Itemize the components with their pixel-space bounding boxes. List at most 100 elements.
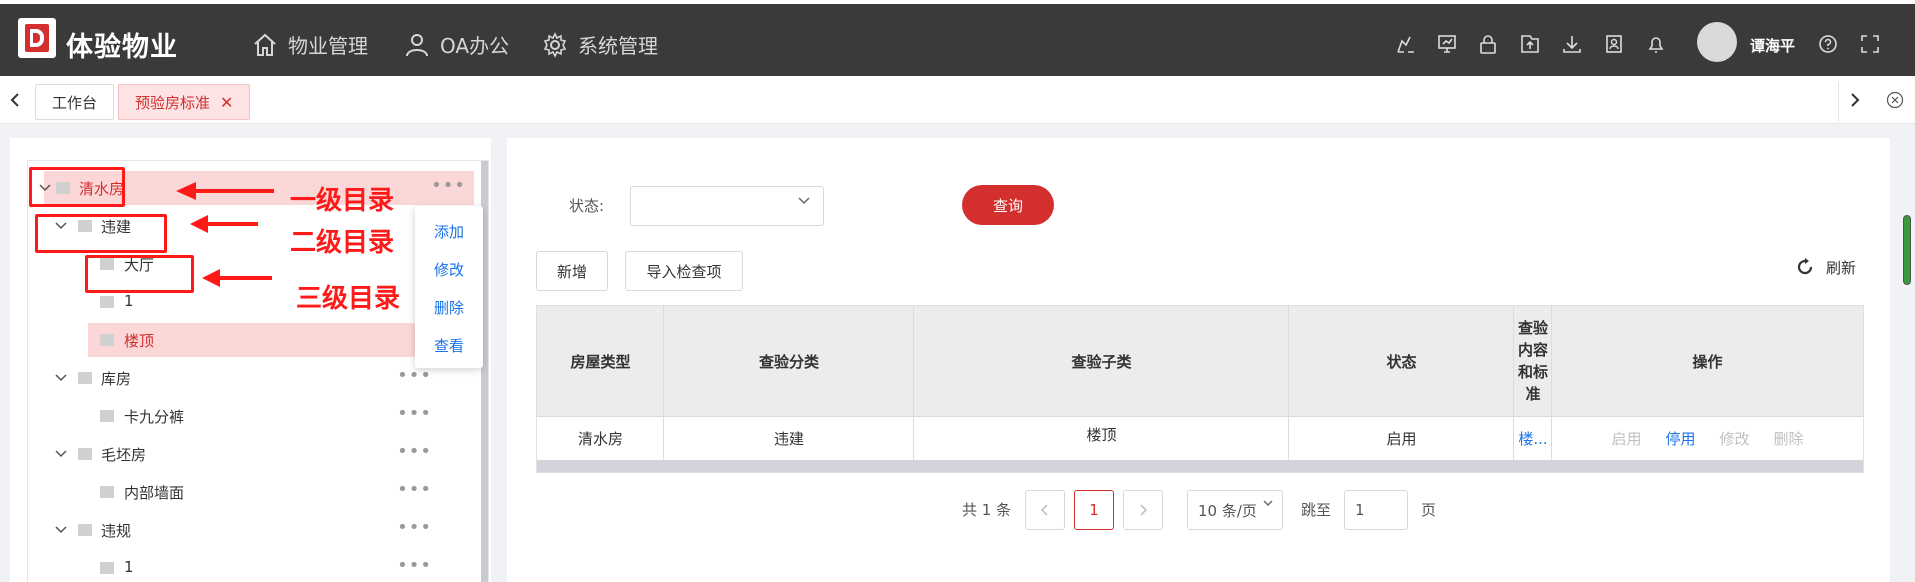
page-number[interactable]: 1 [1074, 490, 1114, 530]
nav-label: 系统管理 [578, 34, 658, 58]
folder-icon [78, 524, 92, 536]
worker-icon[interactable] [1394, 33, 1416, 55]
nav-property-management[interactable]: 物业管理 [252, 30, 368, 59]
edit-button[interactable]: 修改 [1720, 428, 1750, 449]
more-icon[interactable]: ••• [397, 555, 432, 576]
tree-node[interactable]: 违规 ••• [28, 513, 458, 547]
annotation-level2-label: 二级目录 [290, 228, 395, 258]
more-icon[interactable]: ••• [397, 365, 432, 386]
page-scrollbar[interactable] [1903, 215, 1911, 285]
status-select[interactable] [630, 186, 824, 226]
annotation-box-level1 [29, 167, 125, 207]
help-icon[interactable] [1817, 33, 1839, 55]
jump-page-input[interactable]: 1 [1344, 490, 1408, 530]
monitor-icon[interactable] [1436, 33, 1458, 55]
tree-node-label: 卡九分裤 [124, 408, 185, 426]
avatar[interactable] [1697, 22, 1737, 62]
folder-icon [100, 410, 114, 422]
disable-button[interactable]: 停用 [1665, 428, 1695, 449]
delete-button[interactable]: 删除 [1774, 428, 1804, 449]
nav-label: 物业管理 [288, 34, 368, 58]
close-icon[interactable]: ✕ [220, 93, 233, 112]
folder-icon [100, 486, 114, 498]
chevron-down-icon[interactable] [54, 523, 68, 537]
prev-page-button[interactable] [1025, 490, 1065, 530]
download-icon[interactable] [1561, 33, 1583, 55]
chevron-left-icon [1040, 504, 1048, 516]
page-suffix: 页 [1421, 501, 1437, 519]
home-icon [254, 33, 276, 56]
close-all-tabs-icon[interactable] [1880, 76, 1910, 124]
more-icon[interactable]: ••• [397, 403, 432, 424]
tab-label: 预验房标准 [135, 93, 211, 112]
content-link[interactable]: 楼... [1514, 416, 1552, 460]
tree-node-label: 违规 [101, 522, 132, 540]
upload-icon[interactable] [1519, 33, 1541, 55]
total-count: 共 1 条 [962, 501, 1012, 519]
nav-system-management[interactable]: 系统管理 [542, 30, 658, 59]
tree-context-menu: 添加 修改 删除 查看 [415, 206, 483, 368]
table-horizontal-scrollbar[interactable] [537, 460, 1863, 472]
app-title: 体验物业 [66, 32, 178, 63]
lock-icon[interactable] [1477, 33, 1499, 55]
tab-workbench[interactable]: 工作台 [35, 84, 115, 120]
annotation-box-level3 [85, 255, 194, 293]
app-logo [18, 18, 56, 58]
enable-button[interactable]: 启用 [1611, 428, 1641, 449]
fullscreen-icon[interactable] [1859, 33, 1881, 55]
tab-scroll-left-icon[interactable] [0, 76, 30, 124]
annotation-arrow-icon [176, 182, 274, 200]
bell-icon[interactable] [1645, 33, 1667, 55]
table-cell: 清水房 [577, 429, 623, 448]
main-content: 状态: 查询 新增 导入检查项 刷新 房屋类型 查验分类 查验子类 状态 查验内… [507, 138, 1890, 582]
tree-node-label: 库房 [101, 370, 132, 388]
tab-pre-inspection-standard[interactable]: 预验房标准 ✕ [118, 84, 251, 120]
column-header-actions: 操作 [1692, 352, 1723, 371]
folder-icon [100, 562, 114, 574]
table-cell: 启用 [1386, 429, 1417, 448]
import-items-button[interactable]: 导入检查项 [625, 251, 743, 291]
menu-item-view[interactable]: 查看 [415, 335, 483, 356]
nav-oa-office[interactable]: OA办公 [404, 30, 509, 59]
more-icon[interactable]: ••• [397, 441, 432, 462]
folder-icon [100, 296, 114, 308]
page-size-select[interactable]: 10 条/页 [1187, 490, 1283, 530]
table-cell: 楼顶 [1086, 425, 1117, 444]
annotation-arrow-icon [190, 215, 258, 233]
divider [1838, 82, 1839, 122]
query-button[interactable]: 查询 [962, 185, 1054, 225]
tree-node-label: 内部墙面 [124, 484, 185, 502]
more-icon[interactable]: ••• [397, 517, 432, 538]
chevron-down-icon[interactable] [54, 371, 68, 385]
tab-scroll-right-icon[interactable] [1840, 76, 1870, 124]
tree-node-label: 1 [124, 558, 134, 576]
tree-node[interactable]: 1 ••• [28, 551, 458, 582]
chevron-down-icon [798, 197, 810, 205]
data-table: 房屋类型 查验分类 查验子类 状态 查验内容和标准 操作 清水房 违建 楼顶 启… [536, 305, 1864, 473]
menu-item-add[interactable]: 添加 [415, 221, 483, 242]
contact-card-icon[interactable] [1603, 33, 1625, 55]
annotation-box-level2 [35, 214, 167, 253]
folder-icon [100, 334, 114, 346]
tree-node[interactable]: 内部墙面 ••• [28, 475, 458, 509]
column-header-subcategory: 查验子类 [1071, 352, 1132, 371]
more-icon[interactable]: ••• [397, 479, 432, 500]
tree-node[interactable]: 卡九分裤 ••• [28, 399, 458, 433]
page: 体验物业 物业管理 OA办公 系统管理 谭海平 工作台 预验房标准 ✕ 清水房 … [0, 0, 1915, 582]
tree-node[interactable]: 毛坯房 ••• [28, 437, 458, 471]
username[interactable]: 谭海平 [1750, 35, 1795, 56]
add-button[interactable]: 新增 [536, 251, 608, 291]
menu-item-edit[interactable]: 修改 [415, 259, 483, 280]
next-page-button[interactable] [1123, 490, 1163, 530]
tree-node[interactable]: 库房 ••• [28, 361, 458, 395]
column-header-house-type: 房屋类型 [570, 352, 631, 371]
menu-item-delete[interactable]: 删除 [415, 297, 483, 318]
folder-icon [78, 372, 92, 384]
chevron-down-icon[interactable] [54, 447, 68, 461]
annotation-level1-label: 一级目录 [290, 186, 395, 216]
top-navbar: 体验物业 物业管理 OA办公 系统管理 谭海平 [0, 0, 1915, 76]
tree-node-label: 毛坯房 [101, 446, 147, 464]
more-icon[interactable]: ••• [431, 175, 466, 196]
refresh-button[interactable]: 刷新 [1794, 256, 1856, 278]
annotation-level3-label: 三级目录 [296, 284, 401, 314]
